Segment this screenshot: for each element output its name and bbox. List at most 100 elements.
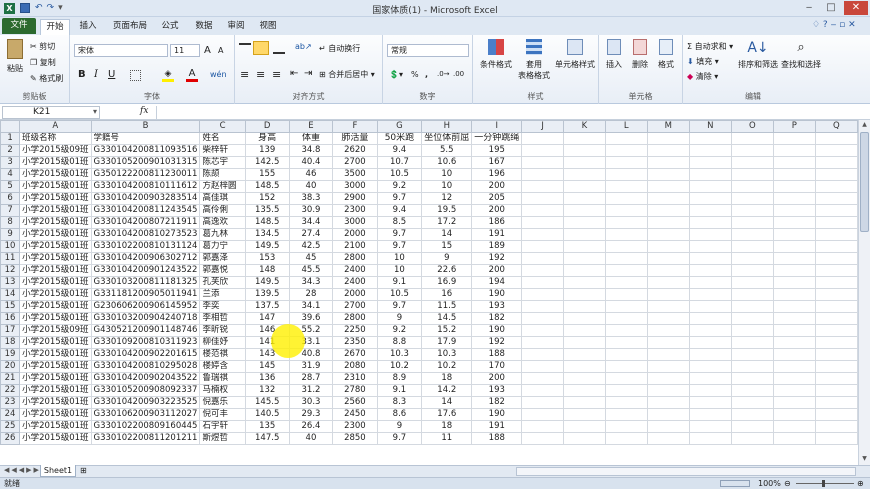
cell-B5[interactable]: G330104200810111612 bbox=[90, 180, 201, 193]
cell-N25[interactable] bbox=[688, 420, 732, 433]
cell-C5[interactable]: 方赵梓圆 bbox=[199, 180, 246, 193]
phonetic-guide-button[interactable]: wén bbox=[210, 70, 227, 79]
cell-N10[interactable] bbox=[688, 240, 732, 253]
cell-P19[interactable] bbox=[772, 348, 816, 361]
cell-A20[interactable]: 小学2015级01班 bbox=[19, 360, 92, 373]
cell-F7[interactable]: 2300 bbox=[332, 204, 378, 217]
cell-L21[interactable] bbox=[604, 372, 648, 385]
cell-G3[interactable]: 10.7 bbox=[376, 156, 423, 169]
cell-H23[interactable]: 14 bbox=[421, 396, 473, 409]
cell-K4[interactable] bbox=[562, 168, 606, 181]
cell-I12[interactable]: 200 bbox=[471, 264, 523, 277]
row-header[interactable]: 24 bbox=[0, 408, 21, 421]
cell-G2[interactable]: 9.4 bbox=[376, 144, 423, 157]
cell-Q6[interactable] bbox=[814, 192, 858, 205]
cell-G18[interactable]: 8.8 bbox=[376, 336, 423, 349]
cell-C20[interactable]: 楼婷含 bbox=[199, 360, 246, 373]
cell-B14[interactable]: G331181200905011941 bbox=[90, 288, 201, 301]
cell-M8[interactable] bbox=[646, 216, 690, 229]
cell-G25[interactable]: 9 bbox=[376, 420, 423, 433]
cell-K12[interactable] bbox=[562, 264, 606, 277]
cell-M23[interactable] bbox=[646, 396, 690, 409]
row-header[interactable]: 1 bbox=[0, 132, 21, 145]
cell-A11[interactable]: 小学2015级01班 bbox=[19, 252, 92, 265]
row-header[interactable]: 8 bbox=[0, 216, 21, 229]
cell-C22[interactable]: 马楠权 bbox=[199, 384, 246, 397]
cell-P2[interactable] bbox=[772, 144, 816, 157]
cell-G24[interactable]: 8.6 bbox=[376, 408, 423, 421]
cell-H24[interactable]: 17.6 bbox=[421, 408, 473, 421]
cell-K15[interactable] bbox=[562, 300, 606, 313]
cell-J22[interactable] bbox=[521, 384, 564, 397]
cell-H12[interactable]: 22.6 bbox=[421, 264, 473, 277]
row-header[interactable]: 12 bbox=[0, 264, 21, 277]
cell-P14[interactable] bbox=[772, 288, 816, 301]
cell-F20[interactable]: 2080 bbox=[332, 360, 378, 373]
cell-Q4[interactable] bbox=[814, 168, 858, 181]
column-header-H[interactable]: H bbox=[421, 120, 473, 133]
cell-K23[interactable] bbox=[562, 396, 606, 409]
cell-N4[interactable] bbox=[688, 168, 732, 181]
cell-H9[interactable]: 14 bbox=[421, 228, 473, 241]
font-name-select[interactable]: 宋体 bbox=[74, 44, 168, 57]
cell-E10[interactable]: 42.5 bbox=[288, 240, 334, 253]
cell-D10[interactable]: 149.5 bbox=[244, 240, 290, 253]
row-header[interactable]: 9 bbox=[0, 228, 21, 241]
cell-B19[interactable]: G330104200902201615 bbox=[90, 348, 201, 361]
cell-P21[interactable] bbox=[772, 372, 816, 385]
cell-E15[interactable]: 34.1 bbox=[288, 300, 334, 313]
cell-Q21[interactable] bbox=[814, 372, 858, 385]
cell-P7[interactable] bbox=[772, 204, 816, 217]
cell-A22[interactable]: 小学2015级01班 bbox=[19, 384, 92, 397]
zoom-in-icon[interactable]: ⊕ bbox=[857, 478, 864, 489]
cell-P26[interactable] bbox=[772, 432, 816, 445]
cell-O24[interactable] bbox=[730, 408, 774, 421]
cell-E21[interactable]: 28.7 bbox=[288, 372, 334, 385]
cell-G22[interactable]: 9.1 bbox=[376, 384, 423, 397]
tab-file[interactable]: 文件 bbox=[2, 18, 36, 34]
cell-H13[interactable]: 16.9 bbox=[421, 276, 473, 289]
tab-formulas[interactable]: 公式 bbox=[156, 19, 184, 35]
borders-icon[interactable] bbox=[130, 70, 141, 81]
cell-D7[interactable]: 135.5 bbox=[244, 204, 290, 217]
copy-button[interactable]: ❐ 复制 bbox=[30, 57, 56, 68]
zoom-slider-thumb[interactable] bbox=[822, 480, 825, 487]
cell-J9[interactable] bbox=[521, 228, 564, 241]
cell-M24[interactable] bbox=[646, 408, 690, 421]
sheet-tab-sheet1[interactable]: Sheet1 bbox=[40, 465, 76, 477]
cell-J4[interactable] bbox=[521, 168, 564, 181]
cell-P3[interactable] bbox=[772, 156, 816, 169]
cell-L23[interactable] bbox=[604, 396, 648, 409]
row-header[interactable]: 5 bbox=[0, 180, 21, 193]
cell-G5[interactable]: 9.2 bbox=[376, 180, 423, 193]
cell-L13[interactable] bbox=[604, 276, 648, 289]
cell-J3[interactable] bbox=[521, 156, 564, 169]
cell-F23[interactable]: 2560 bbox=[332, 396, 378, 409]
cell-Q18[interactable] bbox=[814, 336, 858, 349]
cell-L1[interactable] bbox=[604, 132, 648, 145]
cell-N21[interactable] bbox=[688, 372, 732, 385]
cell-G12[interactable]: 10 bbox=[376, 264, 423, 277]
cell-M26[interactable] bbox=[646, 432, 690, 445]
zoom-out-icon[interactable]: ⊖ bbox=[784, 478, 791, 489]
page-view-icons[interactable] bbox=[720, 480, 750, 487]
tab-data[interactable]: 数据 bbox=[190, 19, 218, 35]
cell-D14[interactable]: 139.5 bbox=[244, 288, 290, 301]
cell-G6[interactable]: 9.7 bbox=[376, 192, 423, 205]
cell-B20[interactable]: G330104200810295028 bbox=[90, 360, 201, 373]
cell-B13[interactable]: G330103200811181325 bbox=[90, 276, 201, 289]
cell-C13[interactable]: 孔芙欣 bbox=[199, 276, 246, 289]
cell-Q16[interactable] bbox=[814, 312, 858, 325]
cell-D1[interactable]: 身高 bbox=[244, 132, 290, 145]
cell-H7[interactable]: 19.5 bbox=[421, 204, 473, 217]
cell-Q26[interactable] bbox=[814, 432, 858, 445]
cell-A9[interactable]: 小学2015级01班 bbox=[19, 228, 92, 241]
cell-E23[interactable]: 30.3 bbox=[288, 396, 334, 409]
cell-I15[interactable]: 193 bbox=[471, 300, 523, 313]
cell-C11[interactable]: 郭嘉泽 bbox=[199, 252, 246, 265]
cell-I25[interactable]: 191 bbox=[471, 420, 523, 433]
column-header-G[interactable]: G bbox=[376, 120, 423, 133]
cell-C24[interactable]: 倪可丰 bbox=[199, 408, 246, 421]
cell-G14[interactable]: 10.5 bbox=[376, 288, 423, 301]
cell-H19[interactable]: 10.3 bbox=[421, 348, 473, 361]
